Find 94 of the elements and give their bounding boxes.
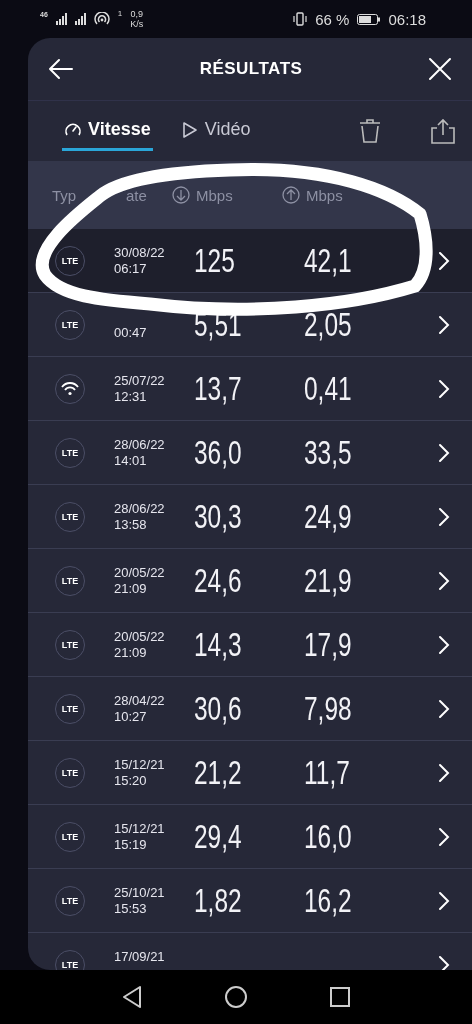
column-header: Mbps	[306, 186, 343, 204]
test-date: 25/10/21	[114, 884, 166, 901]
play-icon	[180, 120, 199, 139]
chevron-icon	[438, 250, 450, 271]
upload-speed: 0,41	[304, 369, 352, 408]
download-icon	[172, 186, 190, 204]
result-row[interactable]: LTE 25/10/21 15:53 1,82 16,2	[28, 869, 472, 933]
chevron-icon	[438, 826, 450, 847]
chevron-icon	[438, 634, 450, 655]
upload-speed: 11,7	[304, 753, 350, 792]
test-date: 25/07/22	[114, 372, 166, 389]
chevron-icon	[438, 442, 450, 463]
result-row[interactable]: LTE 28/06/22 14:01 36,0 33,5	[28, 421, 472, 485]
column-header: Typ	[52, 186, 77, 204]
download-speed: 125	[194, 241, 235, 280]
result-row[interactable]: 25/07/22 12:31 13,7 0,41	[28, 357, 472, 421]
upload-speed: 16,0	[304, 817, 352, 856]
upload-speed: 42,1	[304, 241, 352, 280]
speed-unit: K/s	[130, 19, 144, 29]
clock: 06:18	[388, 10, 426, 28]
test-date: 17/09/21	[114, 948, 166, 965]
test-time: 15:20	[114, 772, 148, 789]
chevron-icon	[438, 890, 450, 911]
triangle-icon	[120, 985, 144, 1009]
test-time: 06:17	[114, 260, 148, 277]
result-row[interactable]: LTE 28/04/22 10:27 30,6 7,98	[28, 677, 472, 741]
download-speed: 13,7	[194, 369, 242, 408]
test-date: 15/12/21	[114, 820, 166, 837]
upload-icon	[282, 186, 300, 204]
upload-speed: 16,2	[304, 881, 352, 920]
chevron-icon	[438, 954, 450, 970]
share-icon	[430, 117, 456, 145]
test-date: 28/06/22	[114, 500, 166, 517]
test-date: 15/12/21	[114, 756, 166, 773]
result-row[interactable]: LTE 15/12/21 15:19 29,4 16,0	[28, 805, 472, 869]
download-speed: 24,6	[194, 561, 242, 600]
result-row[interactable]: LTE 28/06/22 13:58 30,3 24,9	[28, 485, 472, 549]
test-date: 20/05/22	[114, 564, 166, 581]
test-time: 21:09	[114, 580, 148, 597]
circle-icon	[224, 985, 248, 1009]
column-header: Mbps	[196, 186, 233, 204]
upload-speed: 24,9	[304, 497, 352, 536]
upload-speed: 7,98	[304, 689, 352, 728]
test-date: 20/05/22	[114, 628, 166, 645]
chevron-icon	[438, 570, 450, 591]
test-time: 21:09	[114, 644, 148, 661]
result-row[interactable]: LTE 20/05/22 21:09 24,6 21,9	[28, 549, 472, 613]
test-time: 12:31	[114, 388, 148, 405]
trash-icon	[358, 118, 382, 144]
home-nav-button[interactable]	[222, 983, 250, 1011]
chevron-icon	[438, 378, 450, 399]
close-icon	[428, 57, 452, 81]
download-speed: 14,3	[194, 625, 242, 664]
download-speed: 36,0	[194, 433, 242, 472]
download-speed: 1,82	[194, 881, 242, 920]
test-date: 30/08/22	[114, 244, 166, 261]
test-time: 13:58	[114, 516, 148, 533]
upload-speed: 17,9	[304, 625, 352, 664]
upload-speed: 2,05	[304, 305, 352, 344]
hotspot-count: 1	[117, 8, 123, 18]
test-date: 28/04/22	[114, 692, 166, 709]
test-time: 14:01	[114, 452, 148, 469]
upload-speed: 21,9	[304, 561, 352, 600]
result-row[interactable]: LTE 20/05/22 21:09 14,3 17,9	[28, 613, 472, 677]
test-time: 00:47	[114, 324, 148, 341]
page-title: RÉSULTATS	[198, 59, 304, 79]
vibrate-icon	[293, 12, 308, 26]
download-speed: 30,6	[194, 689, 242, 728]
tab[interactable]: Vitesse	[62, 111, 153, 151]
speed-value: 0,9	[130, 9, 143, 19]
test-time: 15:53	[114, 900, 148, 917]
download-speed: 30,3	[194, 497, 242, 536]
download-speed: 29,4	[194, 817, 242, 856]
hotspot-icon	[93, 12, 110, 26]
column-header: ate	[126, 186, 147, 204]
back-arrow-icon	[48, 57, 74, 81]
download-speed: 21,2	[194, 753, 242, 792]
chevron-icon	[438, 762, 450, 783]
upload-speed: 33,5	[304, 433, 352, 472]
square-icon	[328, 985, 352, 1009]
result-row[interactable]: LTE 30/08/22 06:17 125 42,1	[28, 229, 472, 293]
signal-icon	[55, 13, 67, 25]
battery-level: 66 %	[315, 10, 350, 28]
test-date: 28/06/22	[114, 436, 166, 453]
result-row[interactable]: LTE 15/12/21 15:20 21,2 11,7	[28, 741, 472, 805]
battery-icon	[357, 13, 381, 25]
chevron-icon	[438, 506, 450, 527]
test-time: 10:27	[114, 708, 148, 725]
wifi-icon	[61, 381, 79, 396]
tab[interactable]: Vidéo	[178, 111, 253, 151]
test-time: 15:19	[114, 836, 148, 853]
chevron-icon	[438, 314, 450, 335]
signal-icon	[74, 13, 86, 25]
chevron-icon	[438, 698, 450, 719]
